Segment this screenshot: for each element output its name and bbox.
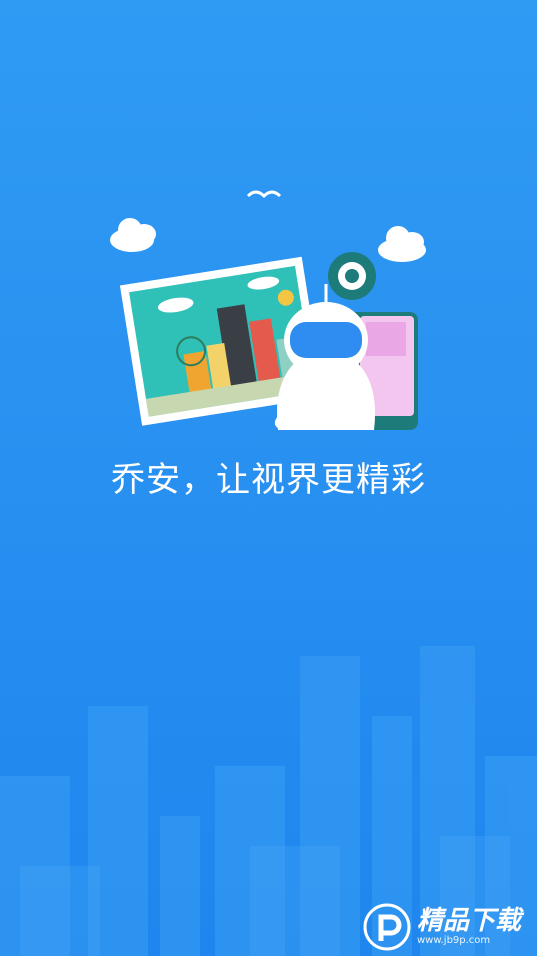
cloud-left-icon (110, 218, 156, 252)
slogan-text: 乔安，让视界更精彩 (111, 460, 426, 500)
watermark-logo-icon (363, 903, 411, 951)
watermark: 精品下载 www.jb9p.com (363, 900, 533, 954)
cloud-right-icon (378, 226, 426, 262)
watermark-url: www.jb9p.com (417, 935, 491, 946)
hero-illustration (110, 190, 426, 430)
watermark-name: 精品下载 (417, 906, 522, 936)
seagull-icon (246, 190, 282, 199)
